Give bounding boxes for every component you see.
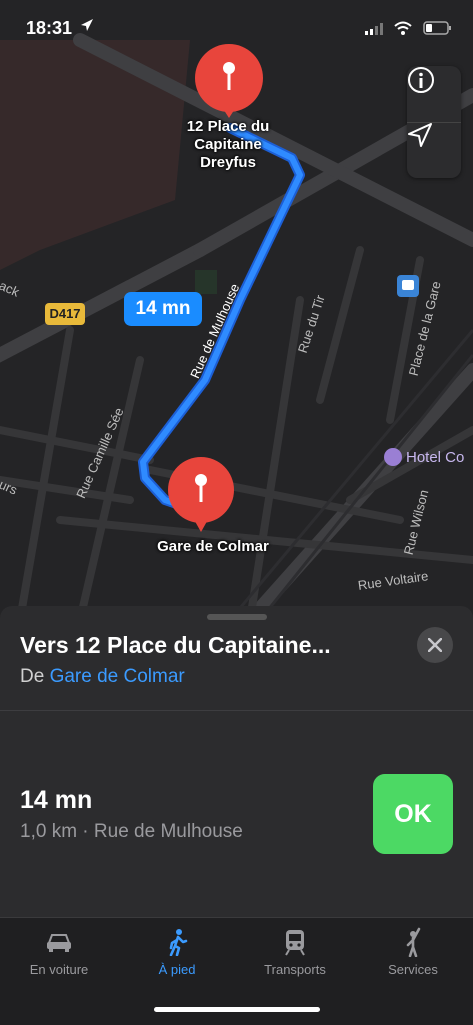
sheet-divider [0,710,473,711]
home-indicator[interactable] [154,1007,320,1012]
walk-icon [118,926,236,958]
close-icon [428,638,442,652]
tab-transports[interactable]: Transports [236,926,354,977]
info-button[interactable] [407,66,461,122]
destination-pin-label: 12 Place du Capitaine Dreyfus [164,118,292,172]
origin-pin-label: Gare de Colmar [157,538,269,555]
poi-hotel[interactable]: Hotel Co [406,449,464,466]
wifi-icon [393,20,413,41]
tab-services[interactable]: Services [354,926,472,977]
location-services-icon [80,18,94,35]
status-bar: 18:31 [0,0,473,56]
tab-en-voiture[interactable]: En voiture [0,926,118,977]
tab-a-pied[interactable]: À pied [118,926,236,977]
sheet-grabber[interactable] [207,614,267,620]
status-time: 18:31 [26,18,73,38]
origin-pin-icon[interactable] [166,456,236,532]
info-icon [408,67,434,93]
tab-label-transports: Transports [264,962,326,977]
map-controls [407,66,461,178]
destination-label-line-2: Capitaine [194,136,262,153]
route-time-bubble[interactable]: 14 mn [124,292,202,326]
locate-button[interactable] [407,122,461,178]
tab-label-en-voiture: En voiture [29,962,89,977]
car-icon [0,926,118,958]
from-prefix: De [20,666,45,687]
person-hailing-icon [354,926,472,958]
cellular-signal-icon [365,22,385,40]
route-detail: 1,0 km · Rue de Mulhouse [20,821,243,842]
map-view[interactable]: 12 Place du Capitaine Dreyfus Gare de Co… [0,0,473,620]
origin-link[interactable]: Gare de Colmar [50,666,185,687]
destination-label-line-1: 12 Place du [186,118,270,135]
destination-title: Vers 12 Place du Capitaine... [20,632,331,658]
train-icon [236,926,354,958]
tab-label-a-pied: À pied [158,962,196,977]
route-duration: 14 mn [20,786,93,814]
tab-label-services: Services [388,962,438,977]
road-badge: D417 [49,306,81,321]
battery-icon [423,20,453,41]
origin-line: De Gare de Colmar [20,666,185,688]
ok-button[interactable]: OK [373,774,453,854]
close-button[interactable] [417,627,453,663]
location-arrow-icon [408,123,432,147]
destination-label-line-3: Dreyfus [200,154,256,171]
